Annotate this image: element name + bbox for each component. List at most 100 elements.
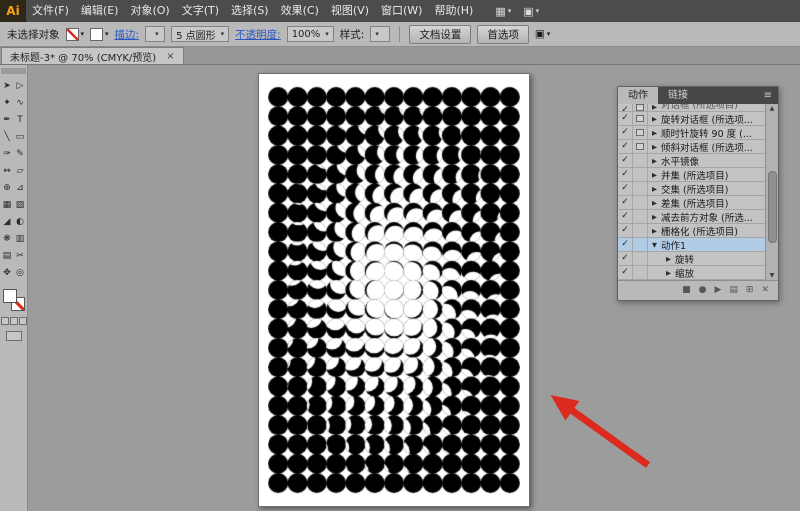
check-toggle[interactable]: ✓ [618,154,633,167]
check-toggle[interactable]: ✓ [618,104,633,111]
gradient-tool[interactable]: ▨ [14,196,27,213]
action-row[interactable]: ✓ ▶ 旋转对话框 (所选项... [618,112,765,126]
expand-arrow-icon[interactable]: ▶ [662,255,675,263]
expand-arrow-icon[interactable]: ▶ [648,199,661,207]
arrange-documents-icon[interactable]: ▦▾ [495,5,511,18]
panel-menu-icon[interactable]: ≡ [758,87,778,104]
action-row[interactable]: ✓ ▶ 倾斜对话框 (所选项... [618,140,765,154]
stop-button[interactable]: ■ [682,286,691,295]
check-toggle[interactable]: ✓ [618,210,633,223]
check-toggle[interactable]: ✓ [618,266,633,279]
fill-color-dropdown[interactable]: ▾ [66,28,85,41]
menubar-item[interactable]: 视图(V) [325,0,375,22]
expand-arrow-icon[interactable]: ▶ [648,104,661,111]
check-toggle[interactable]: ✓ [618,182,633,195]
action-row[interactable]: ✓ ▶ 顺时针旋转 90 度 (... [618,126,765,140]
selection-tool[interactable]: ➤ [1,77,14,94]
dialog-toggle[interactable] [633,182,648,195]
line-segment-tool[interactable]: ╲ [1,128,14,145]
canvas-area[interactable]: 动作 链接 ≡ ✓ ▶ 对话框 ( [28,65,800,511]
pencil-tool[interactable]: ✎ [14,145,27,162]
op-art-spiral-artwork[interactable] [268,83,520,497]
action-row[interactable]: ✓ ▶ 栅格化 (所选项目) [618,224,765,238]
menubar-item[interactable]: 文字(T) [176,0,225,22]
action-row[interactable]: ✓ ▶ 缩放 [618,266,765,280]
workspace-switcher-icon[interactable]: ▣▾ [523,5,539,18]
dialog-toggle[interactable] [633,238,648,251]
style-dropdown[interactable]: ▾ [370,26,390,42]
action-row[interactable]: ✓ ▶ 交集 (所选项目) [618,182,765,196]
brush-definition-dropdown[interactable]: 5 点圆形▾ [171,26,229,42]
action-row[interactable]: ✓ ▶ 水平镜像 [618,154,765,168]
check-toggle[interactable]: ✓ [618,112,633,125]
expand-arrow-icon[interactable]: ▶ [648,143,661,151]
hand-tool[interactable]: ✥ [1,264,14,281]
stroke-link[interactable]: 描边: [115,27,140,42]
perspective-grid-tool[interactable]: ⊿ [14,179,27,196]
menubar-item[interactable]: 效果(C) [275,0,325,22]
stroke-color-dropdown[interactable]: ▾ [90,28,109,41]
lasso-tool[interactable]: ∿ [14,94,27,111]
check-toggle[interactable]: ✓ [618,252,633,265]
artboard-tool[interactable]: ▤ [1,247,14,264]
menubar-item[interactable]: 窗口(W) [375,0,428,22]
dialog-toggle[interactable] [633,112,648,125]
dialog-toggle[interactable] [633,224,648,237]
expand-arrow-icon[interactable]: ▶ [662,269,675,277]
dialog-toggle[interactable] [633,210,648,223]
expand-arrow-icon[interactable]: ▼ [648,241,661,249]
expand-arrow-icon[interactable]: ▶ [648,213,661,221]
width-tool[interactable]: ↭ [1,162,14,179]
opacity-link[interactable]: 不透明度: [235,27,281,42]
shape-builder-tool[interactable]: ⊕ [1,179,14,196]
draw-inside-button[interactable] [19,317,27,325]
blend-tool[interactable]: ◐ [14,213,27,230]
artboard[interactable] [258,73,530,507]
action-row[interactable]: ✓ ▼ 动作1 [618,238,765,252]
action-row[interactable]: ✓ ▶ 并集 (所选项目) [618,168,765,182]
align-options-dropdown[interactable]: ▣▾ [535,28,550,40]
check-toggle[interactable]: ✓ [618,196,633,209]
new-action-button[interactable]: ⊞ [746,286,754,295]
type-tool[interactable]: T [14,111,27,128]
check-toggle[interactable]: ✓ [618,224,633,237]
scroll-up-icon[interactable]: ▲ [766,104,778,113]
menubar-item[interactable]: 帮助(H) [428,0,479,22]
dialog-toggle[interactable] [633,126,648,139]
scroll-down-icon[interactable]: ▼ [766,271,778,280]
eyedropper-tool[interactable]: ◢ [1,213,14,230]
dialog-toggle[interactable] [633,266,648,279]
expand-arrow-icon[interactable]: ▶ [648,171,661,179]
draw-behind-button[interactable] [10,317,18,325]
document-setup-button[interactable]: 文档设置 [409,25,471,44]
dialog-toggle[interactable] [633,252,648,265]
pen-tool[interactable]: ✒ [1,111,14,128]
action-row[interactable]: ✓ ▶ 旋转 [618,252,765,266]
record-button[interactable]: ● [699,286,707,295]
check-toggle[interactable]: ✓ [618,140,633,153]
scroll-thumb[interactable] [768,171,777,243]
menubar-item[interactable]: 文件(F) [26,0,75,22]
expand-arrow-icon[interactable]: ▶ [648,115,661,123]
symbol-sprayer-tool[interactable]: ❋ [1,230,14,247]
expand-arrow-icon[interactable]: ▶ [648,227,661,235]
mesh-tool[interactable]: ▦ [1,196,14,213]
action-row[interactable]: ✓ ▶ 减去前方对象 (所选... [618,210,765,224]
menubar-item[interactable]: 选择(S) [225,0,275,22]
check-toggle[interactable]: ✓ [618,126,633,139]
menubar-item[interactable]: 编辑(E) [75,0,125,22]
dialog-toggle[interactable] [633,154,648,167]
panel-grip[interactable] [1,68,26,74]
panel-tab[interactable]: 动作 [618,87,658,104]
new-set-button[interactable]: ▤ [729,286,738,295]
expand-arrow-icon[interactable]: ▶ [648,185,661,193]
dialog-toggle[interactable] [633,140,648,153]
action-row[interactable]: ✓ ▶ 差集 (所选项目) [618,196,765,210]
menubar-item[interactable]: 对象(O) [124,0,175,22]
magic-wand-tool[interactable]: ✦ [1,94,14,111]
dialog-toggle[interactable] [633,104,648,111]
free-transform-tool[interactable]: ▱ [14,162,27,179]
preferences-button[interactable]: 首选项 [477,25,529,44]
check-toggle[interactable]: ✓ [618,238,633,251]
scrollbar[interactable]: ▲ ▼ [765,104,778,280]
